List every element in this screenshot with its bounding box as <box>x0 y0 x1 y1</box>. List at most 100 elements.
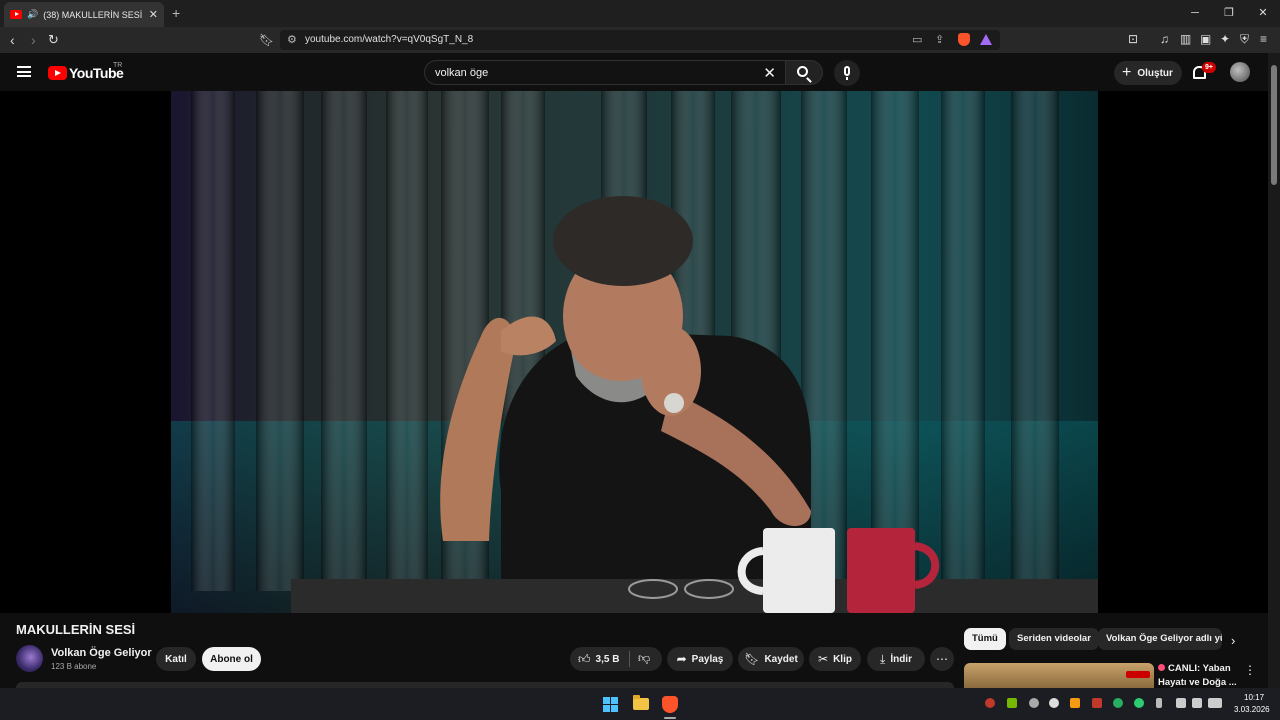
active-app-indicator <box>664 717 676 719</box>
brave-rewards-icon[interactable] <box>980 34 992 45</box>
share-page-icon[interactable]: ⇪ <box>935 33 944 46</box>
browser-toolbar: ‹ › ↻ 🔖︎ ⚙︎ youtube.com/watch?v=qV0qSgT_… <box>0 27 1280 53</box>
page-scrollbar[interactable] <box>1268 53 1280 688</box>
taskbar-date[interactable]: 3.03.2026 <box>1234 705 1270 714</box>
tab-title: (38) MAKULLERİN SESİ - YouTube <box>43 9 144 20</box>
tab-search-icon[interactable]: ⊡ <box>1128 32 1138 46</box>
site-info-icon[interactable]: ⚙︎ <box>287 33 297 46</box>
bookmark-icon[interactable]: 🔖︎ <box>259 31 274 49</box>
guide-menu-icon[interactable] <box>17 66 31 77</box>
speaker-icon[interactable]: 🔊 <box>27 9 38 20</box>
save-icon: 🔖︎ <box>744 652 760 666</box>
address-bar[interactable]: ⚙︎ youtube.com/watch?v=qV0qSgT_N_8 ▭ ⇪ <box>280 30 1000 50</box>
like-icon[interactable]: 👍︎ <box>578 652 591 667</box>
tray-app-icon-6[interactable] <box>1113 698 1123 708</box>
like-divider <box>629 651 630 667</box>
youtube-favicon-icon <box>10 10 22 19</box>
clip-label: Klip <box>833 653 852 665</box>
chip-series-videos[interactable]: Seriden videolar <box>1009 628 1099 650</box>
subscribe-button[interactable]: Abone ol <box>202 647 261 671</box>
youtube-logo-icon[interactable] <box>48 66 67 80</box>
youtube-masthead: YouTube TR volkan öge ✕ + Oluştur 9+ <box>0 53 1268 91</box>
microphone-icon <box>844 66 850 76</box>
scrollbar-thumb[interactable] <box>1271 65 1277 185</box>
close-tab-icon[interactable]: ✕ <box>149 8 158 21</box>
tray-app-icon-5[interactable] <box>1092 698 1102 708</box>
brave-browser-icon[interactable] <box>662 696 678 713</box>
cast-icon[interactable]: ▭ <box>912 33 922 46</box>
like-dislike-bar: 👍︎ 3,5 B 👎︎ <box>570 647 662 671</box>
vpn-icon[interactable]: ⛨ <box>1240 32 1249 47</box>
channel-avatar[interactable] <box>16 645 43 672</box>
account-avatar[interactable] <box>1230 62 1250 82</box>
video-still-image <box>171 91 1098 613</box>
tray-app-icon[interactable] <box>985 698 995 708</box>
share-icon: ➦ <box>676 652 687 666</box>
clear-search-icon[interactable]: ✕ <box>763 64 776 82</box>
back-icon[interactable]: ‹ <box>10 31 15 49</box>
nvidia-icon[interactable] <box>1007 698 1017 708</box>
chip-channel-uploads[interactable]: Volkan Öge Geliyor adlı yükleyiciden <box>1098 628 1222 650</box>
minimize-icon[interactable]: ─ <box>1178 0 1212 27</box>
tray-app-icon-2[interactable] <box>1029 698 1039 708</box>
save-label: Kaydet <box>764 653 798 665</box>
browser-tab[interactable]: 🔊 (38) MAKULLERİN SESİ - YouTube ✕ <box>4 2 164 27</box>
restore-icon[interactable]: ❐ <box>1212 0 1246 27</box>
related-thumbnail[interactable] <box>964 663 1154 688</box>
battery-icon[interactable] <box>1208 698 1222 708</box>
video-title: MAKULLERİN SESİ <box>16 622 136 637</box>
close-window-icon[interactable]: ✕ <box>1246 0 1280 27</box>
save-button[interactable]: 🔖︎ Kaydet <box>738 647 804 671</box>
file-explorer-icon[interactable] <box>633 695 649 710</box>
search-query: volkan öge <box>435 67 489 79</box>
chip-all[interactable]: Tümü <box>964 628 1006 650</box>
media-icon[interactable]: ♫ <box>1160 32 1169 46</box>
notification-badge: 9+ <box>1202 62 1216 73</box>
tray-app-icon-7[interactable] <box>1134 698 1144 708</box>
join-button[interactable]: Katıl <box>156 647 196 671</box>
search-button[interactable] <box>785 60 823 85</box>
more-horizontal-icon: ⋯ <box>936 652 948 666</box>
share-button[interactable]: ➦ Paylaş <box>667 647 733 671</box>
volume-icon[interactable] <box>1192 698 1202 708</box>
menu-icon[interactable]: ≡ <box>1260 32 1267 46</box>
plus-icon: + <box>1122 64 1132 81</box>
tray-app-icon-3[interactable] <box>1049 698 1059 708</box>
create-label: Oluştur <box>1137 67 1173 79</box>
new-tab-icon[interactable]: + <box>172 5 180 21</box>
leo-ai-icon[interactable]: ✦ <box>1220 32 1230 46</box>
video-player[interactable] <box>0 91 1268 613</box>
windows-taskbar <box>0 688 1280 720</box>
network-icon[interactable] <box>1176 698 1186 708</box>
taskbar-time[interactable]: 10:17 <box>1244 693 1264 702</box>
voice-search-button[interactable] <box>834 60 860 86</box>
microphone-tray-icon[interactable] <box>1156 698 1162 708</box>
reload-icon[interactable]: ↻ <box>48 31 59 49</box>
url-text: youtube.com/watch?v=qV0qSgT_N_8 <box>305 34 474 45</box>
related-title-line2[interactable]: Hayatı ve Doğa ... <box>1158 677 1237 688</box>
scissors-icon: ✂ <box>818 652 829 666</box>
more-actions-button[interactable]: ⋯ <box>930 647 954 671</box>
download-label: İndir <box>890 653 912 665</box>
search-input[interactable]: volkan öge ✕ <box>424 60 786 85</box>
clip-button[interactable]: ✂ Klip <box>809 647 861 671</box>
forward-icon[interactable]: › <box>31 31 36 49</box>
wallet-icon[interactable]: ▣ <box>1200 32 1211 46</box>
create-button[interactable]: + Oluştur <box>1114 61 1182 85</box>
tray-app-icon-4[interactable] <box>1070 698 1080 708</box>
video-frame[interactable] <box>171 91 1098 613</box>
window-controls: ─ ❐ ✕ <box>1178 0 1280 27</box>
brave-shields-icon[interactable] <box>958 33 970 46</box>
channel-name[interactable]: Volkan Öge Geliyor <box>51 647 152 659</box>
download-button[interactable]: ⤓ İndir <box>867 647 925 671</box>
like-count[interactable]: 3,5 B <box>596 654 620 665</box>
windows-start-icon[interactable] <box>603 697 618 712</box>
sidebar-icon[interactable]: ▥ <box>1180 32 1191 46</box>
related-title-line1[interactable]: CANLI: Yaban <box>1158 663 1231 674</box>
download-icon: ⤓ <box>880 651 886 666</box>
related-title-text: CANLI: Yaban <box>1168 663 1231 674</box>
dislike-icon[interactable]: 👎︎ <box>638 651 650 666</box>
chevron-right-icon[interactable]: › <box>1231 633 1235 648</box>
kebab-menu-icon[interactable]: ⋮ <box>1244 663 1256 677</box>
search-icon <box>797 66 808 77</box>
